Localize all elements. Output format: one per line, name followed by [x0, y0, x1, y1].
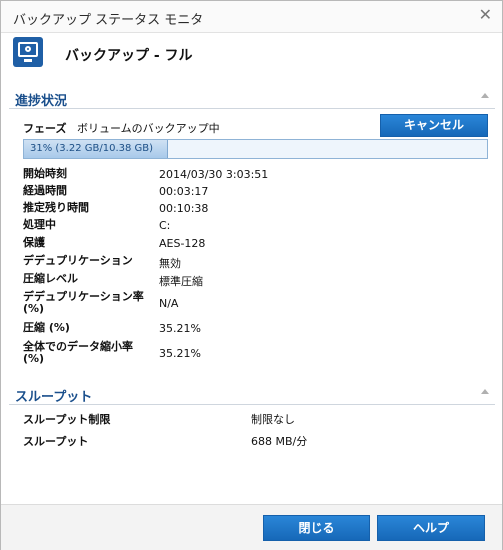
- info-value: 00:03:17: [159, 185, 209, 198]
- info-value: 00:10:38: [159, 202, 209, 215]
- info-label: 経過時間: [23, 184, 67, 197]
- progress-bar: 31% (3.22 GB/10.38 GB): [23, 139, 488, 159]
- info-value: 35.21%: [159, 322, 201, 335]
- info-label: 保護: [23, 236, 45, 249]
- progress-section-header[interactable]: 進捗状況: [9, 87, 495, 109]
- info-value: 標準圧縮: [159, 275, 203, 288]
- throughput-value: 688 MB/分: [251, 435, 308, 448]
- info-label: 処理中: [23, 218, 56, 231]
- info-label: 推定残り時間: [23, 201, 89, 214]
- info-value: 2014/03/30 3:03:51: [159, 168, 269, 181]
- window-title: バックアップ ステータス モニタ: [13, 13, 204, 28]
- cancel-button[interactable]: キャンセル: [380, 114, 488, 137]
- info-label: デデュプリケーション率 (%): [23, 290, 144, 315]
- info-label: 全体でのデータ縮小率 (%): [23, 340, 133, 365]
- progress-section-title: 進捗状況: [15, 94, 68, 109]
- throughput-section-title: スループット: [15, 390, 93, 405]
- info-value: N/A: [159, 297, 179, 310]
- chevron-up-icon[interactable]: [481, 389, 489, 394]
- close-button[interactable]: 閉じる: [263, 515, 370, 541]
- progress-text: 31% (3.22 GB/10.38 GB): [30, 143, 154, 154]
- title-bar: バックアップ ステータス モニタ ✕: [1, 1, 502, 33]
- throughput-label: スループット制限: [23, 413, 111, 426]
- info-label: 圧縮レベル: [23, 272, 78, 285]
- backup-status-dialog: バックアップ ステータス モニタ ✕ バックアップ - フル 進捗状況 フェーズ…: [0, 0, 503, 550]
- info-label: 圧縮 (%): [23, 321, 70, 334]
- throughput-label: スループット: [23, 435, 89, 448]
- monitor-icon: [13, 37, 43, 67]
- info-value: 35.21%: [159, 347, 201, 360]
- help-button[interactable]: ヘルプ: [377, 515, 485, 541]
- info-value: 無効: [159, 257, 181, 270]
- throughput-value: 制限なし: [251, 413, 295, 426]
- close-icon[interactable]: ✕: [479, 5, 492, 24]
- phase-label: フェーズ: [23, 122, 67, 135]
- dialog-footer: 閉じる ヘルプ: [1, 504, 502, 550]
- info-label: デデュプリケーション: [23, 254, 133, 267]
- info-label: 開始時刻: [23, 167, 67, 180]
- info-value: AES-128: [159, 237, 206, 250]
- info-value: C:: [159, 219, 171, 232]
- job-header: バックアップ - フル: [1, 35, 502, 75]
- job-title: バックアップ - フル: [65, 48, 193, 64]
- throughput-section-header[interactable]: スループット: [9, 383, 495, 405]
- chevron-up-icon[interactable]: [481, 93, 489, 98]
- phase-value: ボリュームのバックアップ中: [77, 122, 220, 135]
